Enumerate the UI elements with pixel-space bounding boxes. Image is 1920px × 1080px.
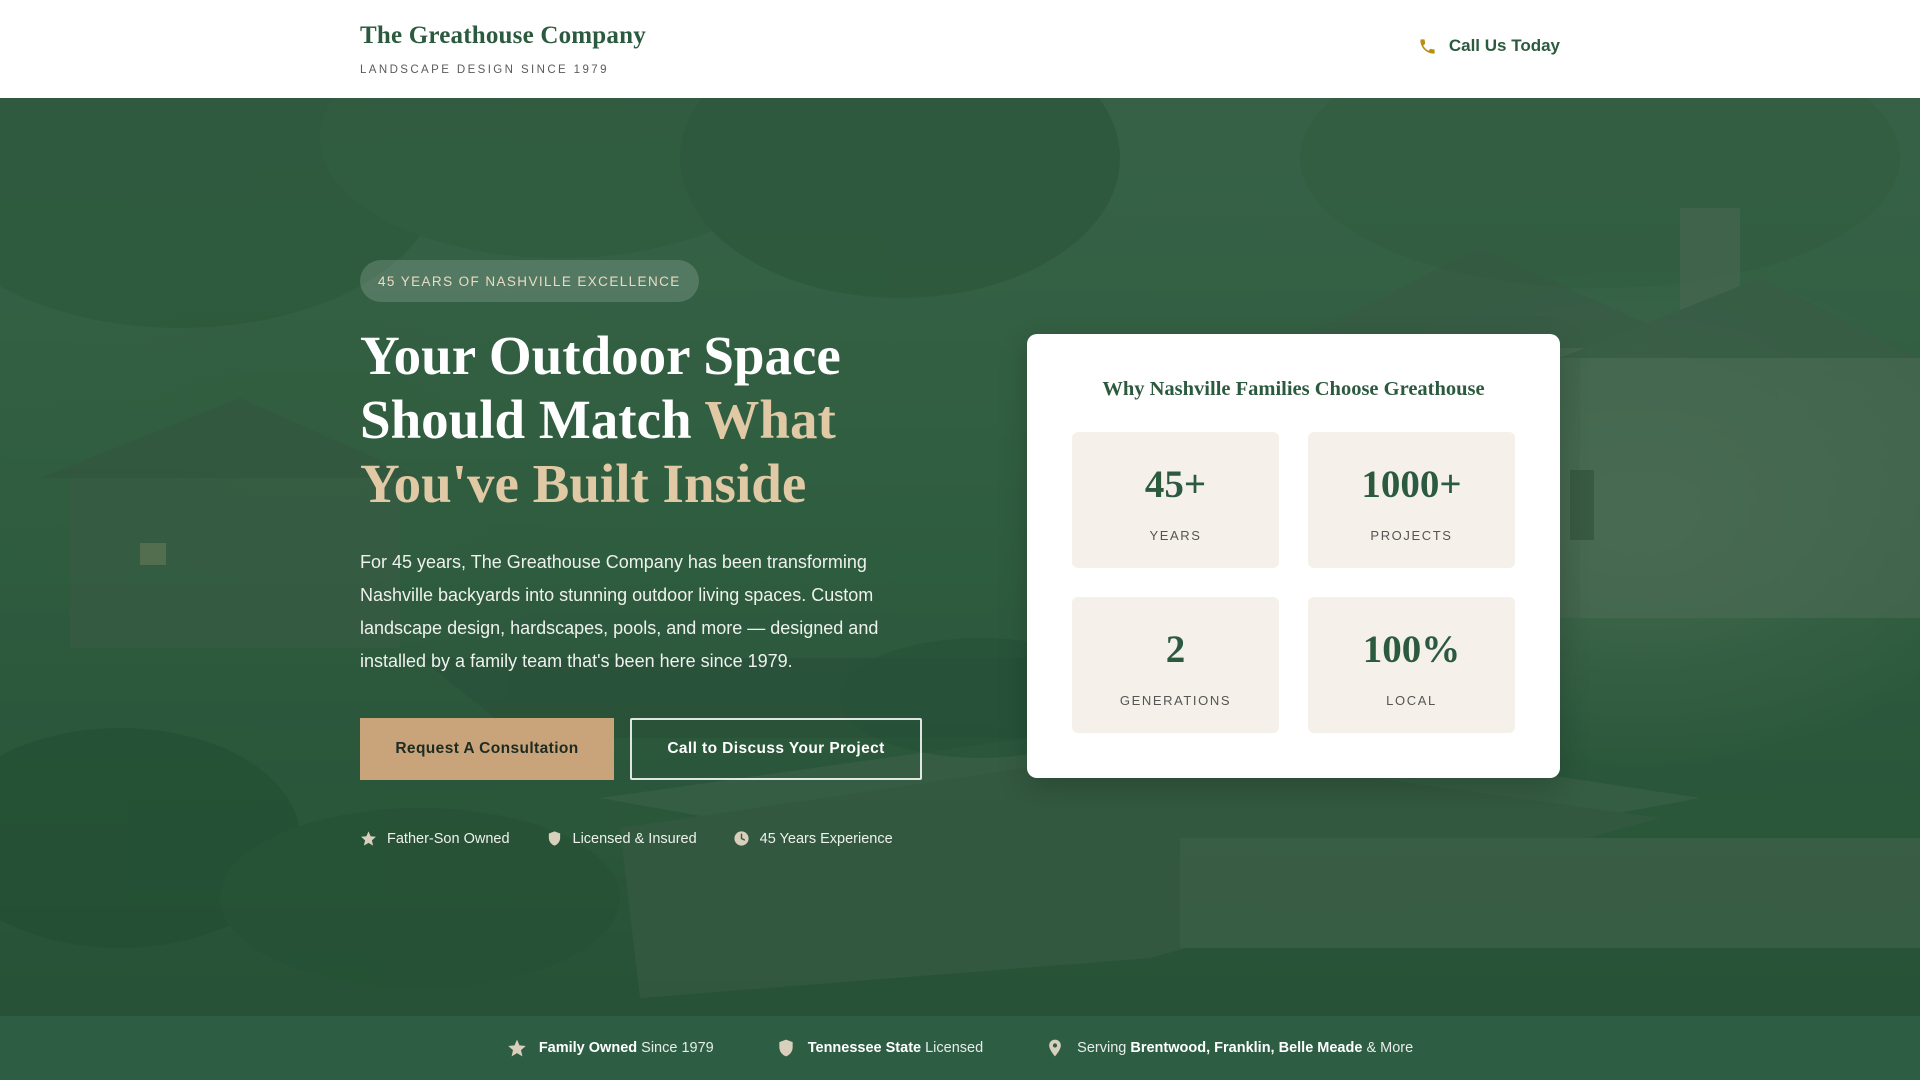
phone-icon — [1420, 38, 1435, 54]
credential-prefix: Serving — [1077, 1040, 1131, 1056]
credential-licensed: Tennessee State Licensed — [776, 1038, 983, 1058]
shield-icon — [548, 831, 560, 846]
trust-item-experience: 45 Years Experience — [733, 830, 893, 847]
credential-bold: Tennessee State — [807, 1040, 922, 1056]
request-consultation-button[interactable]: Request A Consultation — [360, 718, 614, 780]
stat-tile-generations: 2 GENERATIONS — [1072, 597, 1279, 733]
stat-value: 100% — [1362, 628, 1461, 671]
shield-icon — [779, 1039, 793, 1057]
map-pin-icon — [1049, 1039, 1062, 1057]
star-icon — [508, 1039, 526, 1057]
trust-indicators: Father-Son Owned Licensed & Insured 45 Y… — [360, 830, 893, 847]
headline-accent-1: What — [704, 389, 836, 450]
credential-text: Serving Brentwood, Franklin, Belle Meade… — [1077, 1040, 1413, 1056]
credential-text: Tennessee State Licensed — [808, 1040, 983, 1056]
credential-service-area: Serving Brentwood, Franklin, Belle Meade… — [1045, 1038, 1413, 1058]
credentials-bar: Family Owned Since 1979 Tennessee State … — [0, 1016, 1920, 1080]
credential-bold: Brentwood, Franklin, Belle Meade — [1130, 1040, 1363, 1056]
headline-accent-2: You've Built Inside — [360, 453, 807, 514]
stat-value: 45+ — [1144, 463, 1207, 506]
hero-section: 45 YEARS OF NASHVILLE EXCELLENCE Your Ou… — [0, 98, 1920, 1016]
call-us-link[interactable]: Call Us Today — [1418, 36, 1560, 56]
credential-rest: Since 1979 — [637, 1040, 714, 1056]
experience-badge: 45 YEARS OF NASHVILLE EXCELLENCE — [360, 260, 699, 302]
trust-item-father-son: Father-Son Owned — [360, 830, 510, 847]
hero-headline: Your Outdoor Space Should Match What You… — [360, 324, 980, 516]
clock-icon — [734, 831, 749, 846]
stat-label: PROJECTS — [1370, 528, 1453, 543]
brand-tagline: LANDSCAPE DESIGN SINCE 1979 — [360, 64, 609, 76]
brand-logo[interactable]: The Greathouse Company LANDSCAPE DESIGN … — [360, 22, 646, 76]
stat-label: LOCAL — [1386, 693, 1437, 708]
trust-label: 45 Years Experience — [759, 830, 893, 847]
stat-tile-local: 100% LOCAL — [1308, 597, 1515, 733]
stat-value: 2 — [1165, 628, 1186, 671]
card-title: Why Nashville Families Choose Greathouse — [1102, 378, 1485, 400]
hero-lead-paragraph: For 45 years, The Greathouse Company has… — [360, 552, 879, 671]
hero-overlay — [0, 98, 1920, 1016]
headline-line-1: Your Outdoor Space — [360, 325, 841, 386]
credential-rest: Licensed — [921, 1040, 984, 1056]
site-header: The Greathouse Company LANDSCAPE DESIGN … — [0, 0, 1920, 98]
brand-name: The Greathouse Company — [360, 22, 646, 49]
stat-value: 1000+ — [1361, 463, 1462, 506]
trust-label: Father-Son Owned — [387, 830, 510, 847]
credential-family-owned: Family Owned Since 1979 — [507, 1038, 714, 1058]
credential-bold: Family Owned — [538, 1040, 638, 1056]
stat-label: YEARS — [1149, 528, 1202, 543]
headline-line-2: Should Match — [360, 389, 705, 450]
trust-item-licensed: Licensed & Insured — [546, 830, 697, 847]
star-icon — [361, 831, 376, 846]
stat-tile-years: 45+ YEARS — [1072, 432, 1279, 568]
credential-rest: & More — [1362, 1040, 1414, 1056]
call-discuss-project-button[interactable]: Call to Discuss Your Project — [630, 718, 922, 780]
stat-tile-projects: 1000+ PROJECTS — [1308, 432, 1515, 568]
stat-label: GENERATIONS — [1119, 693, 1232, 708]
credential-text: Family Owned Since 1979 — [539, 1040, 714, 1056]
call-us-label: Call Us Today — [1448, 36, 1560, 55]
why-choose-card: Why Nashville Families Choose Greathouse… — [1027, 334, 1560, 778]
trust-label: Licensed & Insured — [572, 830, 697, 847]
